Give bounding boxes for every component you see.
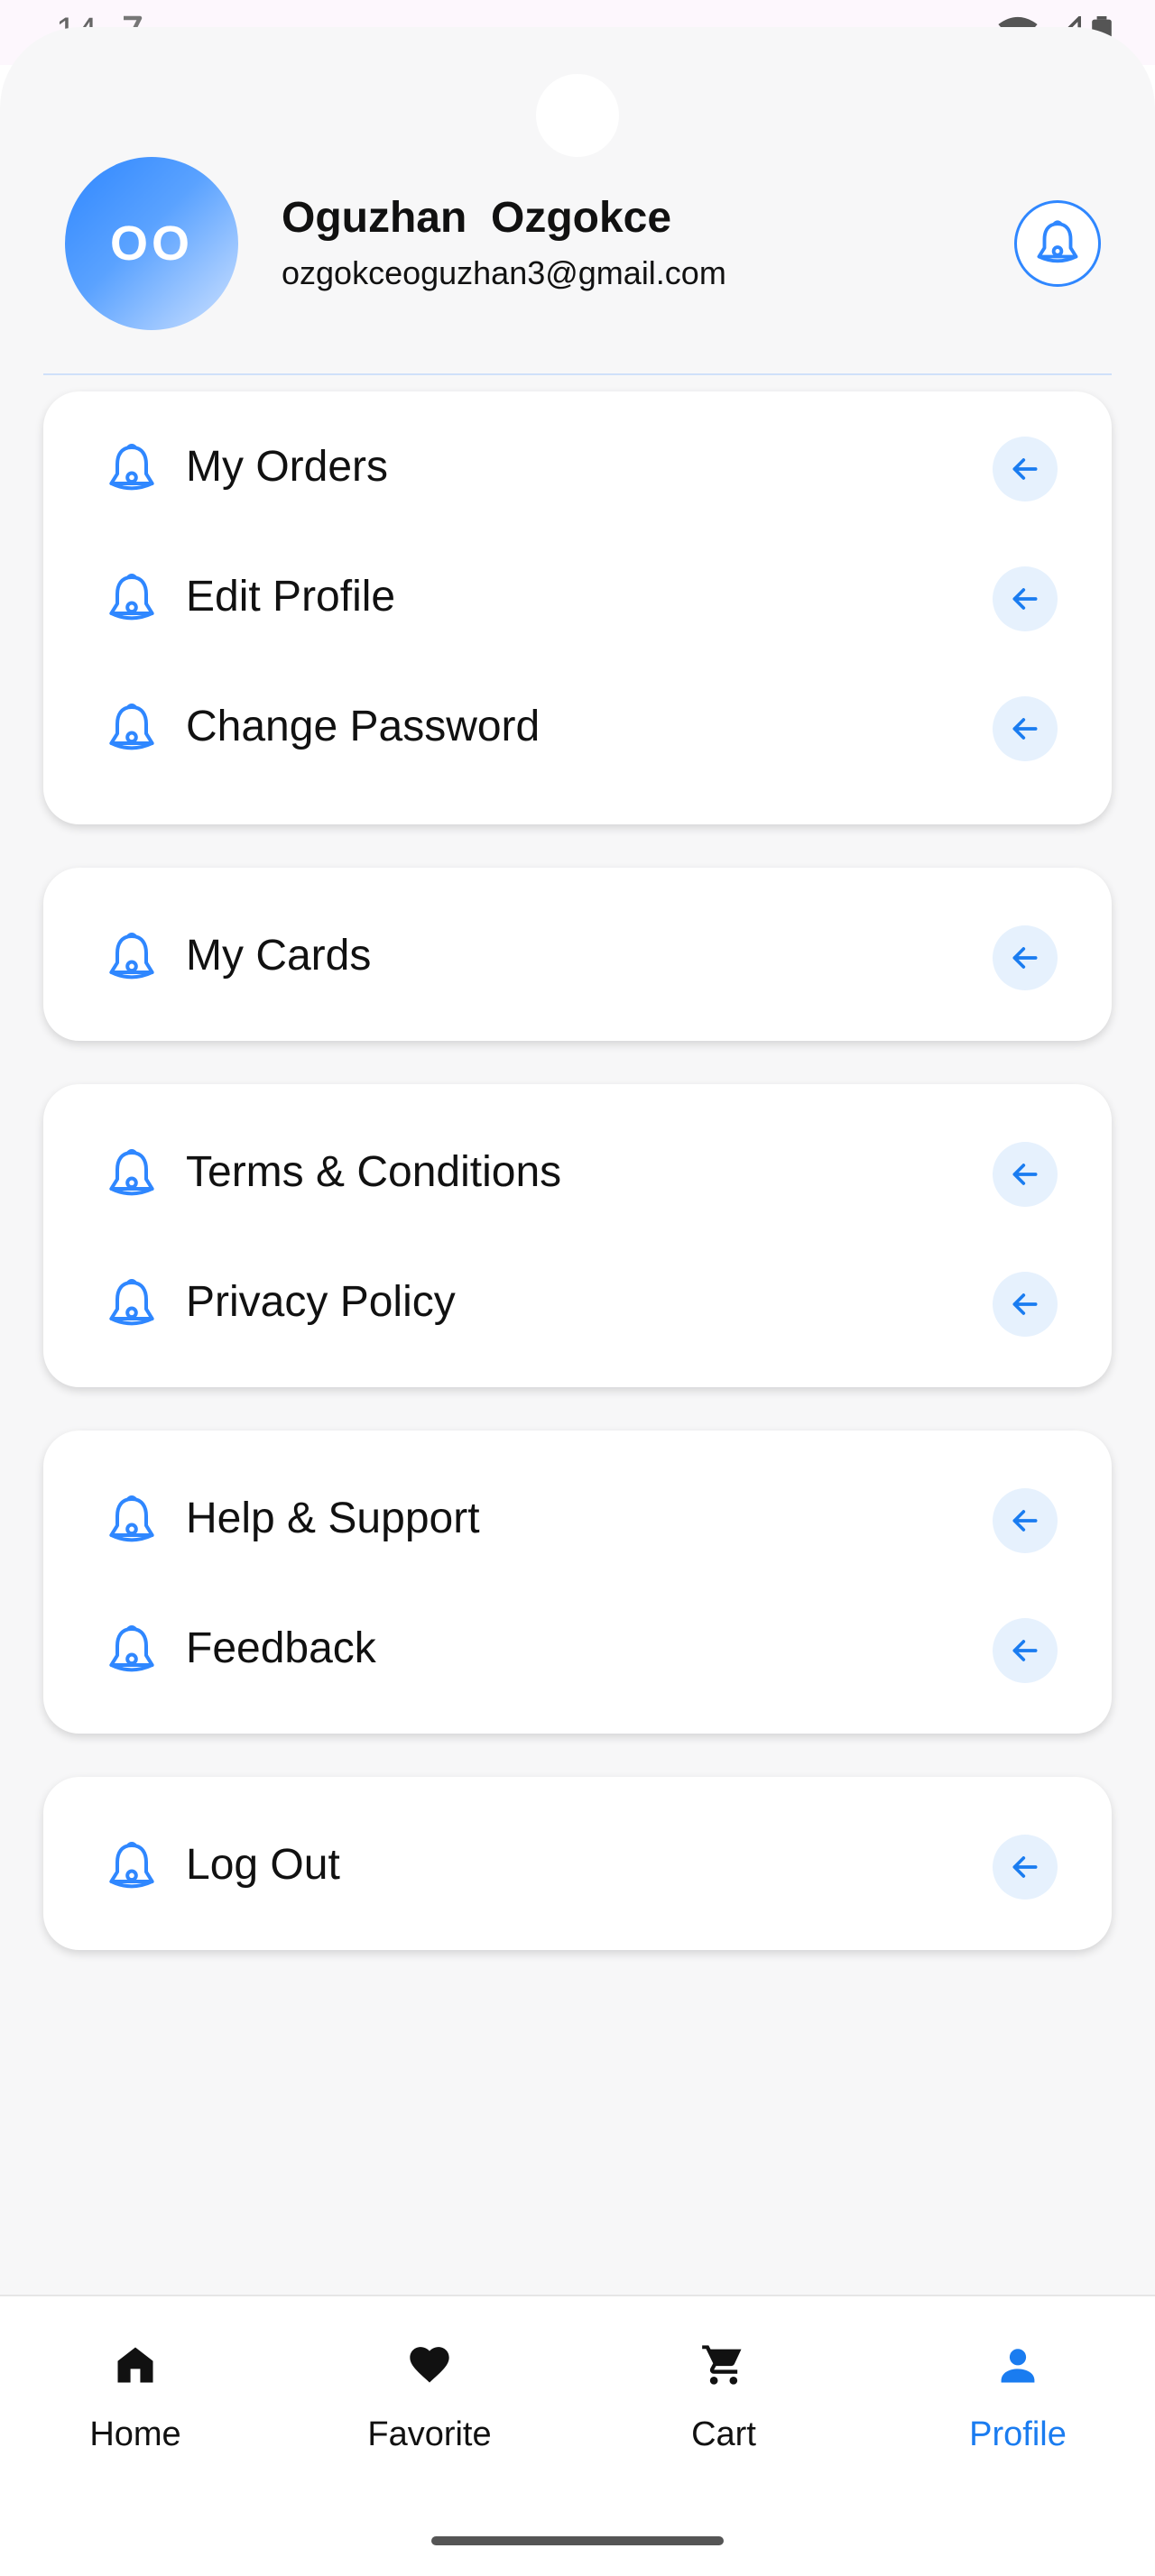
menu-item-label: Change Password [186,703,541,750]
cards-menu-card: My Cards [43,868,1112,1041]
legal-menu-card: Terms & Conditions Privacy Policy [43,1084,1112,1387]
menu-item-label: My Orders [186,443,389,491]
notifications-button[interactable] [1014,200,1101,287]
user-email: ozgokceoguzhan3@gmail.com [282,254,726,291]
menu-item-log-out[interactable]: Log Out [43,1813,1112,1912]
arrow-left-icon [1012,1293,1038,1315]
menu-item-my-cards[interactable]: My Cards [43,904,1112,1003]
nav-label: Favorite [367,2415,492,2453]
arrow-left-icon [1012,1164,1038,1185]
person-icon [1001,2349,1035,2383]
user-name: Oguzhan Ozgokce [282,194,672,242]
arrow-button[interactable] [993,696,1058,761]
menu-item-my-orders[interactable]: My Orders [43,415,1112,514]
profile-divider [43,373,1112,375]
bell-icon [109,704,154,750]
menu-item-label: Feedback [186,1624,376,1672]
menu-item-label: Edit Profile [186,573,396,621]
bell-icon [109,1842,154,1889]
menu-item-terms-conditions[interactable]: Terms & Conditions [43,1120,1112,1219]
arrow-left-icon [1012,1640,1038,1661]
home-icon [117,2347,153,2383]
arrow-button[interactable] [993,1618,1058,1683]
bell-icon [109,933,154,980]
arrow-left-icon [1012,1856,1038,1878]
bell-icon [1037,220,1078,263]
profile-screen: OO Oguzhan Ozgokce ozgokceoguzhan3@gmail… [0,27,1155,2300]
nav-item-home[interactable]: Home [27,2341,244,2477]
bell-icon [109,1279,154,1326]
nav-item-favorite[interactable]: Favorite [321,2341,538,2477]
arrow-button[interactable] [993,1835,1058,1900]
arrow-left-icon [1012,458,1038,480]
account-menu-card: My Orders Edit Profile Change Password [43,391,1112,824]
bell-icon [109,1149,154,1196]
bell-icon [109,1495,154,1542]
arrow-left-icon [1012,718,1038,740]
menu-item-edit-profile[interactable]: Edit Profile [43,545,1112,644]
arrow-button[interactable] [993,437,1058,501]
bell-icon [109,1625,154,1672]
nav-item-cart[interactable]: Cart [615,2341,832,2477]
nav-label: Profile [969,2415,1067,2453]
nav-label: Home [89,2415,181,2453]
heart-icon [410,2347,449,2383]
arrow-button[interactable] [993,1142,1058,1207]
arrow-button[interactable] [993,925,1058,990]
bottom-nav: Home Favorite Cart Profile [0,2295,1155,2576]
menu-item-help-support[interactable]: Help & Support [43,1467,1112,1566]
menu-item-label: My Cards [186,932,372,980]
menu-item-label: Privacy Policy [186,1278,456,1326]
support-menu-card: Help & Support Feedback [43,1431,1112,1734]
menu-item-label: Terms & Conditions [186,1148,562,1196]
avatar-initials: OO [109,216,193,271]
arrow-left-icon [1012,588,1038,610]
arrow-left-icon [1012,947,1038,969]
logout-menu-card: Log Out [43,1777,1112,1950]
arrow-button[interactable] [993,1272,1058,1337]
bell-icon [109,574,154,621]
arrow-button[interactable] [993,1488,1058,1553]
avatar: OO [65,157,238,330]
nav-item-profile[interactable]: Profile [910,2341,1126,2477]
home-indicator [431,2536,724,2545]
menu-item-feedback[interactable]: Feedback [43,1596,1112,1696]
cart-icon [702,2345,742,2385]
arrow-button[interactable] [993,566,1058,631]
menu-item-label: Log Out [186,1841,340,1889]
menu-item-change-password[interactable]: Change Password [43,675,1112,774]
camera-cutout [536,74,619,157]
nav-label: Cart [691,2415,756,2453]
menu-item-privacy-policy[interactable]: Privacy Policy [43,1250,1112,1349]
menu-item-label: Help & Support [186,1495,480,1542]
bell-icon [109,444,154,491]
arrow-left-icon [1012,1510,1038,1532]
